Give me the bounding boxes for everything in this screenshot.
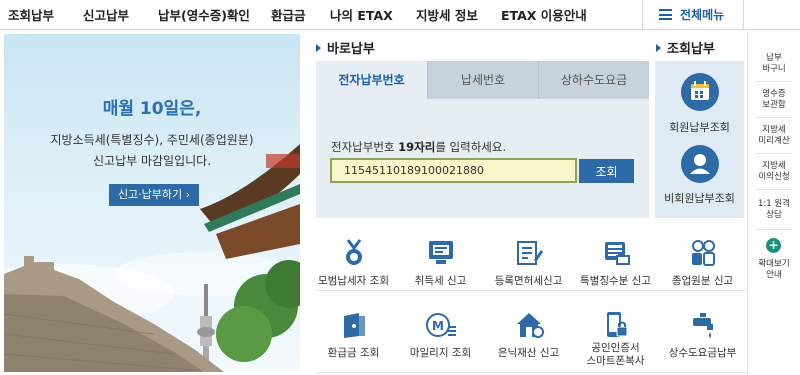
wallet-icon	[343, 313, 365, 338]
member-inquiry-label[interactable]: 회원납부조회	[655, 119, 744, 135]
service-registration-license-tax[interactable]: 등록면허세신고	[485, 238, 572, 288]
all-menu-button[interactable]: 전체메뉴	[642, 0, 744, 30]
sidebar-item-payment-basket[interactable]: 납부 바구니	[748, 53, 800, 75]
nav-item-inquiry-payment[interactable]: 조회납부	[8, 5, 54, 24]
sidebar-item-zoom-guide[interactable]: 확대보기 안내	[748, 259, 800, 281]
inquiry-pay-heading-text: 조회납부	[667, 42, 715, 57]
quick-pay-panel: 전자납부번호 납세번호 상하수도요금 전자납부번호 19자리를 입력하세요. 조…	[316, 61, 649, 218]
nav-item-receipt-check[interactable]: 납부(영수증)확인	[158, 5, 250, 24]
nav-item-etax-guide[interactable]: ETAX 이용안내	[501, 5, 587, 24]
service-model-taxpayer[interactable]: 모범납세자 조회	[310, 238, 397, 288]
inquiry-pay-heading: 조회납부	[656, 38, 715, 57]
smartphone-lock-icon	[606, 312, 627, 337]
guide-text-tail: 를 입력하세요.	[435, 140, 507, 154]
sidebar-item-tax-calculator[interactable]: 지방세 미리계산	[748, 125, 800, 147]
grid-divider	[316, 290, 746, 291]
quick-pay-heading: 바로납부	[316, 38, 375, 57]
tab-tax-number[interactable]: 납세번호	[427, 61, 538, 99]
service-label: 마일리지 조회	[409, 347, 472, 359]
service-hidden-asset-report[interactable]: 은닉재산 신고	[485, 310, 572, 360]
service-label: 특별징수분 신고	[580, 275, 651, 287]
medal-icon	[345, 239, 362, 265]
document-edit-icon	[516, 241, 543, 265]
mileage-icon: M	[425, 313, 456, 337]
member-inquiry-button[interactable]	[681, 73, 719, 111]
nav-item-local-tax-info[interactable]: 지방세 정보	[416, 5, 478, 24]
sidebar-divider	[756, 153, 792, 154]
people-icon	[691, 240, 715, 266]
sidebar-divider	[756, 117, 792, 118]
promo-banner[interactable]: 매월 10일은, 지방소득세(특별징수), 주민세(종업원분) 신고납부 마감일…	[4, 34, 300, 372]
svg-text:M: M	[432, 319, 444, 333]
sidebar-divider	[756, 189, 792, 190]
banner-title: 매월 10일은,	[102, 99, 202, 119]
service-label: 공인인증서 스마트폰복사	[586, 342, 645, 367]
nav-item-report-payment[interactable]: 신고납부	[83, 5, 129, 24]
zoom-plus-icon[interactable]: +	[766, 238, 781, 253]
tab-water-bill[interactable]: 상하수도요금	[538, 61, 649, 99]
banner-line-2: 신고납부 마감일입니다.	[92, 154, 212, 168]
nonmember-inquiry-button[interactable]	[681, 145, 719, 183]
service-label: 모범납세자 조회	[318, 275, 389, 287]
pay-inquiry-button[interactable]: 조회	[579, 159, 634, 183]
service-label: 은닉재산 신고	[497, 347, 560, 359]
inquiry-pay-panel: 회원납부조회 비회원납부조회	[655, 61, 744, 218]
triangle-icon	[656, 44, 661, 52]
water-tap-icon	[692, 313, 713, 338]
guide-text: 전자납부번호	[331, 140, 399, 154]
tab-electronic-pay-number[interactable]: 전자납부번호	[316, 61, 427, 99]
service-employee-resident-tax[interactable]: 종업원분 신고	[659, 238, 746, 288]
nonmember-inquiry-label[interactable]: 비회원납부조회	[655, 190, 744, 206]
guide-digits: 19자리	[398, 140, 436, 154]
nav-item-my-etax[interactable]: 나의 ETAX	[330, 5, 393, 24]
service-label: 종업원분 신고	[671, 275, 734, 287]
service-mileage-inquiry[interactable]: M 마일리지 조회	[397, 310, 484, 360]
calendar-icon	[691, 81, 709, 100]
service-label: 취득세 신고	[414, 275, 467, 287]
service-label: 상수도요금납부	[668, 347, 737, 359]
quick-pay-heading-text: 바로납부	[327, 42, 375, 57]
right-sidebar: 납부 바구니 영수증 보관함 지방세 미리계산 지방세 이의신청 1:1 원격 …	[747, 31, 800, 375]
top-navigation: 조회납부 신고납부 납부(영수증)확인 환급금 나의 ETAX 지방세 정보 E…	[0, 0, 800, 30]
sidebar-divider	[756, 229, 792, 230]
service-label: 환급금 조회	[327, 347, 380, 359]
sidebar-divider	[756, 81, 792, 82]
user-icon	[690, 154, 710, 174]
service-special-withholding[interactable]: 특별징수분 신고	[572, 238, 659, 288]
hamburger-icon	[659, 9, 672, 20]
banner-line-1: 지방소득세(특별징수), 주민세(종업원분)	[50, 133, 254, 147]
house-icon	[516, 313, 544, 338]
service-label: 등록면허세신고	[494, 275, 563, 287]
service-acquisition-tax[interactable]: 취득세 신고	[397, 238, 484, 288]
monitor-icon	[428, 241, 453, 264]
sidebar-item-objection[interactable]: 지방세 이의신청	[748, 161, 800, 183]
pay-number-guide: 전자납부번호 19자리를 입력하세요.	[331, 139, 506, 155]
service-certificate-copy[interactable]: 공인인증서 스마트폰복사	[572, 310, 659, 368]
pay-number-input[interactable]	[330, 158, 577, 183]
screen-icon	[604, 242, 630, 265]
grid-divider	[316, 372, 746, 373]
sidebar-item-remote-support[interactable]: 1:1 원격 상담	[748, 199, 800, 221]
triangle-icon	[316, 44, 321, 52]
service-water-bill-payment[interactable]: 상수도요금납부	[659, 310, 746, 360]
service-refund-inquiry[interactable]: 환급금 조회	[310, 310, 397, 360]
nav-item-refund[interactable]: 환급금	[271, 5, 306, 24]
report-pay-button[interactable]: 신고·납부하기 ›	[109, 184, 199, 206]
sidebar-item-receipt-box[interactable]: 영수증 보관함	[748, 89, 800, 111]
all-menu-label: 전체메뉴	[680, 8, 725, 22]
